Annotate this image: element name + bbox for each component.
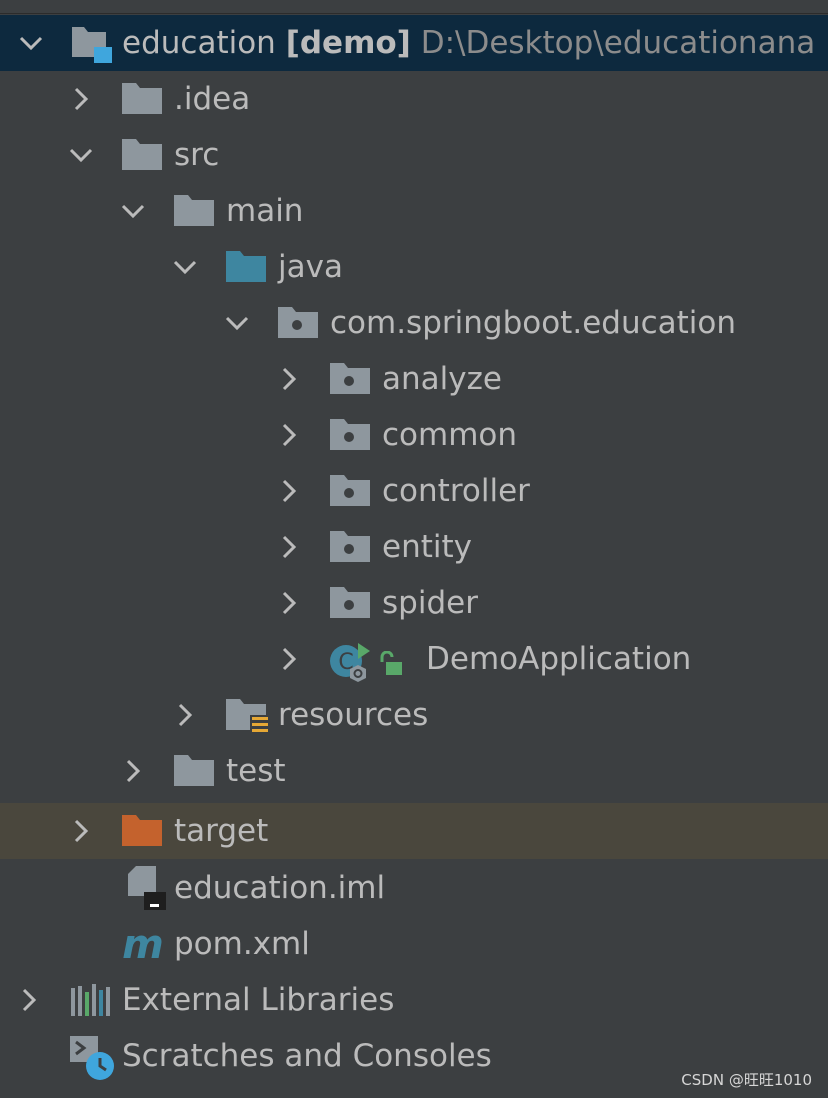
chevron-right-icon[interactable] — [274, 420, 304, 450]
folder-icon — [174, 755, 216, 791]
project-name: education — [122, 25, 276, 61]
tree-row-common[interactable]: common — [0, 407, 828, 463]
tree-row-demo-application[interactable]: C DemoApplication — [0, 631, 828, 687]
module-name: [demo] — [285, 25, 411, 61]
folder-icon — [122, 139, 164, 175]
chevron-right-icon[interactable] — [274, 476, 304, 506]
spring-boot-class-icon: C — [328, 639, 376, 683]
watermark: CSDN @旺旺1010 — [681, 1071, 812, 1089]
tree-label: Scratches and Consoles — [122, 1038, 492, 1074]
source-folder-icon — [226, 251, 268, 287]
tree-row-spider[interactable]: spider — [0, 575, 828, 631]
package-icon — [330, 475, 372, 511]
tree-row-main[interactable]: main — [0, 183, 828, 239]
tree-row-test[interactable]: test — [0, 743, 828, 799]
package-icon — [278, 307, 320, 343]
tree-label: controller — [382, 473, 530, 509]
folder-icon — [122, 83, 164, 119]
tree-row-entity[interactable]: entity — [0, 519, 828, 575]
chevron-down-icon[interactable] — [118, 196, 148, 226]
tree-row-iml-file[interactable]: education.iml — [0, 860, 828, 916]
tree-label: entity — [382, 529, 472, 565]
tree-label: pom.xml — [174, 926, 310, 962]
chevron-right-icon[interactable] — [274, 532, 304, 562]
excluded-folder-icon — [122, 815, 164, 851]
chevron-right-icon[interactable] — [66, 84, 96, 114]
package-icon — [330, 419, 372, 455]
tree-row-controller[interactable]: controller — [0, 463, 828, 519]
tree-label: External Libraries — [122, 982, 395, 1018]
tree-label: java — [278, 249, 343, 285]
tree-label: DemoApplication — [426, 641, 692, 677]
tree-row-package-root[interactable]: com.springboot.education — [0, 295, 828, 351]
tree-label: src — [174, 137, 220, 173]
scratches-icon — [68, 1034, 116, 1082]
libraries-icon — [70, 982, 112, 1018]
chevron-down-icon[interactable] — [170, 252, 200, 282]
tree-row-pom-file[interactable]: m pom.xml — [0, 916, 828, 972]
iml-file-icon — [128, 866, 168, 912]
chevron-right-icon[interactable] — [66, 816, 96, 846]
tree-label: common — [382, 417, 518, 453]
tree-label: main — [226, 193, 304, 229]
chevron-right-icon[interactable] — [274, 644, 304, 674]
tree-label: .idea — [174, 81, 251, 117]
tree-label: resources — [278, 697, 429, 733]
tree-row-project-root[interactable]: education [demo] D:\Desktop\educationana — [0, 15, 828, 71]
chevron-down-icon[interactable] — [16, 28, 46, 58]
tree-label: target — [174, 813, 269, 849]
package-icon — [330, 587, 372, 623]
tree-row-analyze[interactable]: analyze — [0, 351, 828, 407]
chevron-right-icon[interactable] — [274, 588, 304, 618]
tree-row-src[interactable]: src — [0, 127, 828, 183]
module-folder-icon — [70, 23, 112, 63]
project-path: D:\Desktop\educationana — [420, 25, 816, 61]
tree-label: analyze — [382, 361, 502, 397]
chevron-right-icon[interactable] — [14, 985, 44, 1015]
tree-row-target[interactable]: target — [0, 803, 828, 859]
chevron-down-icon[interactable] — [66, 140, 96, 170]
chevron-right-icon[interactable] — [170, 700, 200, 730]
chevron-right-icon[interactable] — [118, 756, 148, 786]
resources-folder-icon — [226, 697, 272, 737]
tree-row-java[interactable]: java — [0, 239, 828, 295]
package-icon — [330, 531, 372, 567]
svg-text:m: m — [122, 922, 164, 966]
package-icon — [330, 363, 372, 399]
tree-label: education.iml — [174, 870, 386, 906]
tree-row-idea[interactable]: .idea — [0, 71, 828, 127]
chevron-right-icon[interactable] — [274, 364, 304, 394]
chevron-down-icon[interactable] — [222, 308, 252, 338]
tree-label: spider — [382, 585, 478, 621]
top-border — [0, 0, 828, 14]
unlocked-icon — [378, 649, 406, 675]
tree-label: test — [226, 753, 286, 789]
tree-label: com.springboot.education — [330, 305, 737, 341]
maven-icon: m — [120, 922, 166, 968]
tree-row-resources[interactable]: resources — [0, 687, 828, 743]
tree-row-external-libraries[interactable]: External Libraries — [0, 972, 828, 1028]
folder-icon — [174, 195, 216, 231]
